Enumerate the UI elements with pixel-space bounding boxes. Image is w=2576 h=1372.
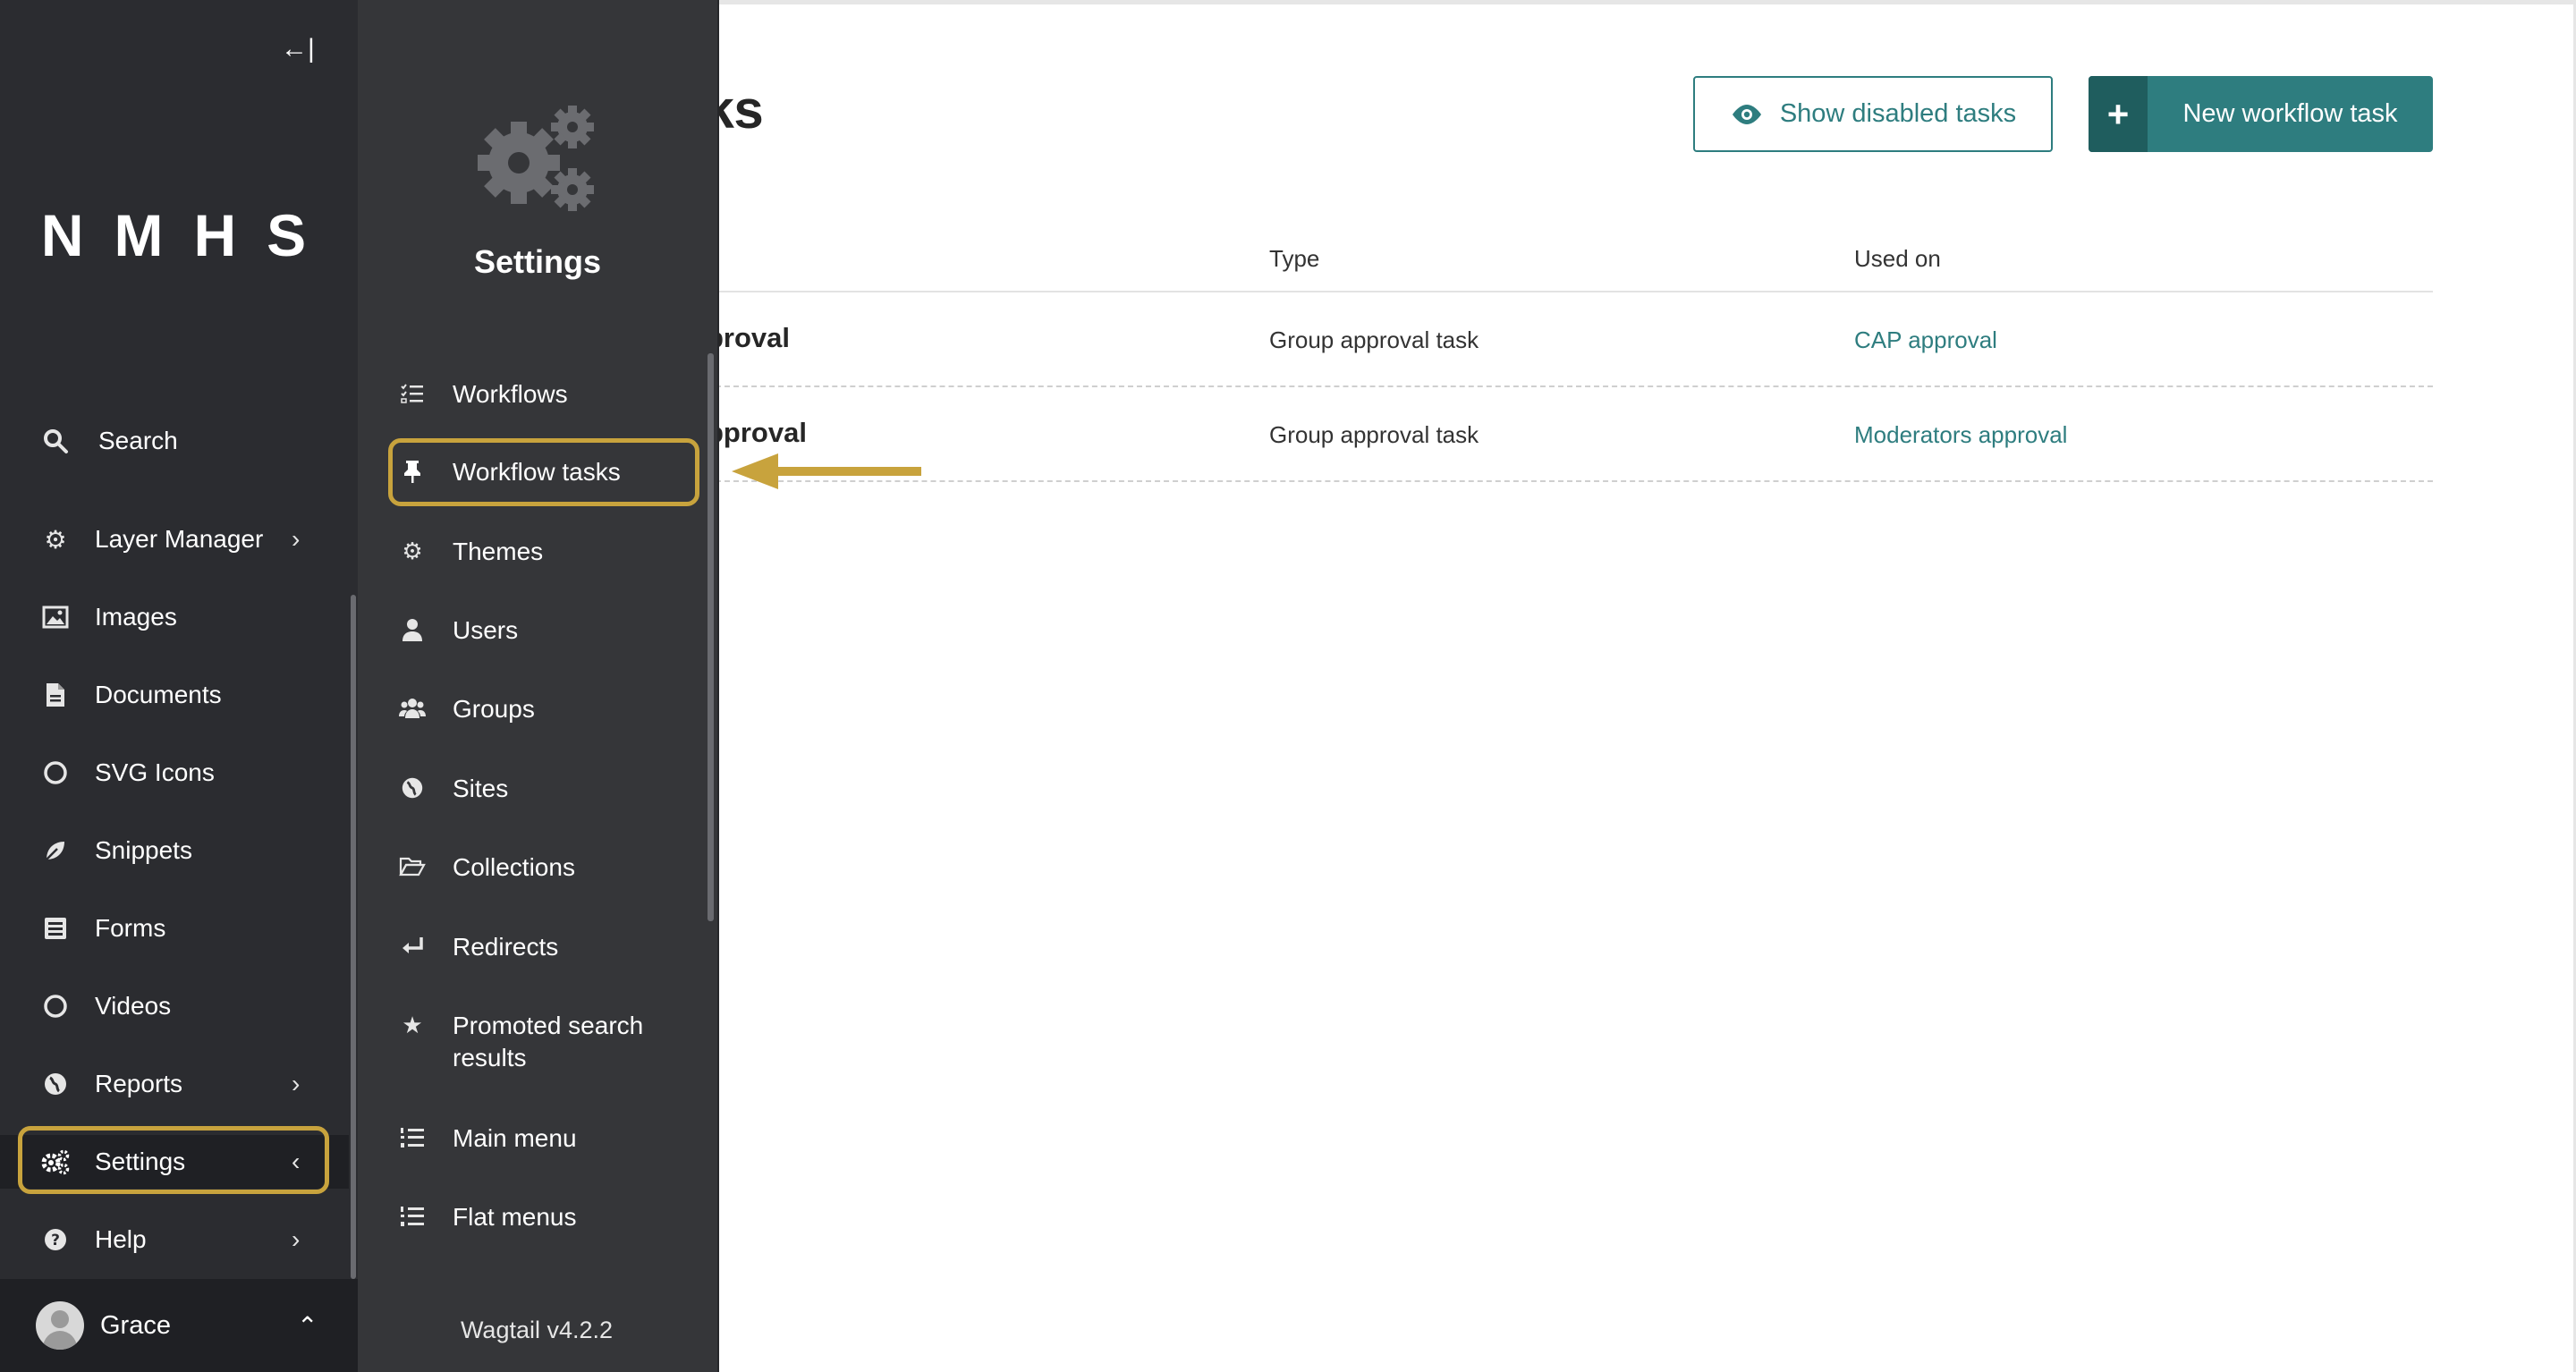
used-on-link[interactable]: CAP approval	[1854, 326, 1997, 354]
submenu-item-label: Flat menus	[453, 1203, 577, 1231]
chevron-right-icon: ›	[292, 525, 301, 553]
snippet-icon	[38, 833, 73, 868]
submenu-item-label: Collections	[453, 853, 575, 881]
globe-icon	[395, 771, 429, 805]
workflow-tasks-highlight	[388, 438, 699, 506]
help-icon: ?	[38, 1222, 73, 1258]
sidebar-item-label: Videos	[95, 992, 172, 1020]
list-ol-icon	[395, 1121, 429, 1155]
submenu-item-label: Themes	[453, 538, 544, 565]
settings-highlight	[18, 1126, 329, 1194]
header-divider	[716, 291, 2433, 292]
submenu-item-label: Sites	[453, 775, 509, 802]
sidebar-item-label: Forms	[95, 914, 166, 942]
sidebar-item-forms[interactable]: Forms	[0, 902, 349, 955]
sidebar-item-label: Reports	[95, 1070, 183, 1097]
submenu-item-label: Redirects	[453, 933, 559, 961]
annotation-arrow	[732, 453, 921, 489]
settings-submenu: Settings Workflows Workflow tasks ⚙ Them…	[358, 0, 719, 1372]
sidebar-scrollbar[interactable]	[351, 595, 356, 1279]
sidebar-item-label: Documents	[95, 681, 222, 708]
submenu-item-label: Groups	[453, 695, 535, 723]
search-icon	[38, 423, 73, 459]
globe-icon	[38, 1066, 73, 1102]
submenu-item-label: Users	[453, 616, 519, 644]
sidebar: ←| NMHS Search ⚙ Layer Manager › Images …	[0, 0, 358, 1372]
column-header-type: Type	[1269, 245, 1320, 272]
tasks-list-icon	[395, 377, 429, 411]
task-type: Group approval task	[1269, 326, 1479, 353]
task-type: Group approval task	[1269, 421, 1479, 448]
sidebar-item-documents[interactable]: Documents	[0, 668, 349, 722]
chevron-right-icon: ›	[292, 1070, 301, 1097]
submenu-item-label: Promoted search results	[453, 1012, 644, 1071]
wagtail-version: Wagtail v4.2.2	[460, 1317, 614, 1343]
avatar	[36, 1301, 84, 1350]
new-workflow-task-label: New workflow task	[2182, 99, 2398, 128]
sidebar-item-svg-icons[interactable]: SVG Icons	[0, 746, 349, 800]
submenu-item-label: Workflows	[453, 380, 568, 408]
sidebar-item-label: Search	[98, 427, 178, 454]
sidebar-item-label: Images	[95, 603, 177, 631]
redirect-icon	[395, 929, 429, 963]
new-workflow-task-button[interactable]: + New workflow task	[2089, 76, 2433, 152]
gear-icon: ⚙	[44, 525, 67, 554]
task-name-link[interactable]: pproval	[707, 417, 807, 449]
used-on-link[interactable]: Moderators approval	[1854, 421, 2067, 449]
eye-icon	[1732, 104, 1761, 124]
gear-icon: ⚙	[402, 537, 423, 564]
settings-gears-icon	[478, 106, 594, 211]
form-icon	[38, 910, 73, 946]
logo[interactable]: NMHS	[0, 201, 358, 269]
collapse-sidebar-icon[interactable]: ←|	[281, 34, 315, 64]
sidebar-item-layer-manager[interactable]: ⚙ Layer Manager ›	[0, 512, 349, 566]
sidebar-item-images[interactable]: Images	[0, 590, 349, 644]
circle-icon	[38, 988, 73, 1024]
sidebar-item-label: Snippets	[95, 836, 192, 864]
sidebar-item-reports[interactable]: Reports ›	[0, 1057, 349, 1111]
sidebar-item-search[interactable]: Search	[0, 414, 349, 468]
circle-icon	[38, 755, 73, 791]
group-icon	[395, 691, 429, 725]
list-ol-icon	[395, 1199, 429, 1233]
sidebar-item-label: Layer Manager	[95, 525, 264, 553]
folder-open-icon	[395, 850, 429, 884]
user-icon	[395, 613, 429, 647]
sidebar-item-label: Help	[95, 1225, 147, 1253]
sidebar-item-videos[interactable]: Videos	[0, 979, 349, 1033]
sidebar-item-label: SVG Icons	[95, 758, 215, 786]
image-icon	[38, 599, 73, 635]
account-menu[interactable]: Grace ⌃	[0, 1279, 358, 1372]
chevron-up-icon: ⌃	[297, 1311, 318, 1340]
row-divider	[716, 385, 2433, 387]
document-icon	[38, 677, 73, 713]
column-header-used-on: Used on	[1854, 245, 1941, 272]
chevron-right-icon: ›	[292, 1225, 301, 1253]
row-divider	[716, 480, 2433, 482]
star-icon: ★	[402, 1011, 423, 1038]
submenu-title: Settings	[473, 243, 601, 280]
plus-icon: +	[2089, 76, 2148, 152]
account-name: Grace	[100, 1310, 171, 1340]
sidebar-item-snippets[interactable]: Snippets	[0, 824, 349, 877]
show-disabled-tasks-label: Show disabled tasks	[1779, 99, 2017, 128]
submenu-item-label: Main menu	[453, 1124, 577, 1152]
submenu-scrollbar[interactable]	[708, 353, 714, 921]
sidebar-item-help[interactable]: ? Help ›	[0, 1213, 349, 1266]
show-disabled-tasks-button[interactable]: Show disabled tasks	[1693, 76, 2053, 152]
svg-text:?: ?	[51, 1232, 60, 1249]
